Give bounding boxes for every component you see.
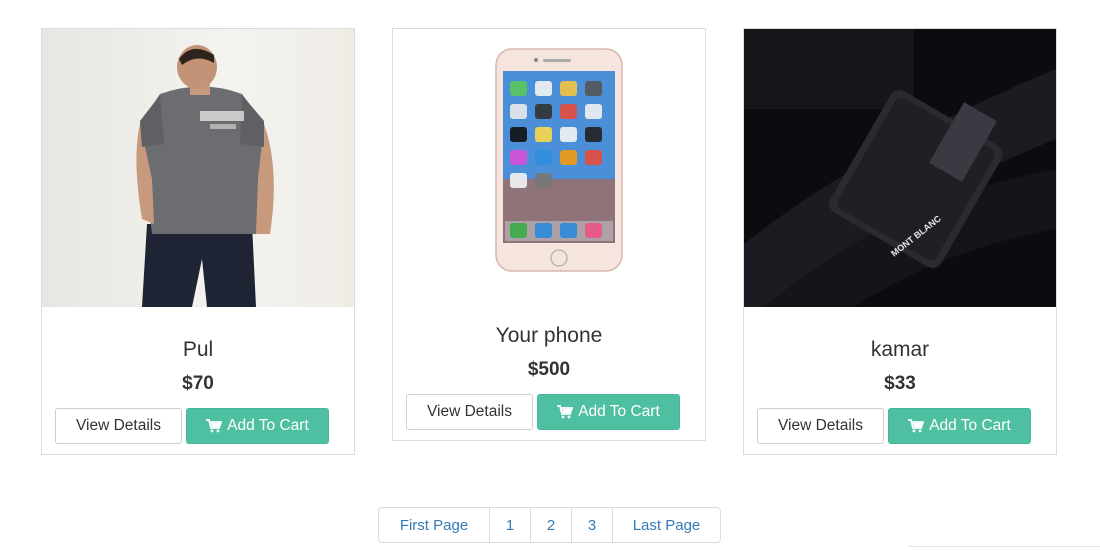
- last-page-link[interactable]: Last Page: [612, 508, 720, 542]
- shopping-cart-icon: [908, 419, 925, 433]
- add-to-cart-label: Add To Cart: [929, 417, 1011, 434]
- product-name: Pul: [182, 338, 214, 361]
- add-to-cart-button[interactable]: Add To Cart: [537, 394, 680, 430]
- product-price: $70: [182, 373, 214, 394]
- view-details-button[interactable]: View Details: [757, 408, 884, 444]
- product-image-belt[interactable]: MONT BLANC: [744, 29, 1056, 307]
- product-image-tshirt[interactable]: [42, 29, 354, 307]
- product-card-phone: Your phone $500 View Details Add To Cart: [392, 28, 706, 441]
- divider: [908, 546, 1100, 547]
- belt-illustration: MONT BLANC: [744, 29, 1056, 307]
- man-in-tshirt-illustration: [136, 45, 274, 307]
- add-to-cart-label: Add To Cart: [227, 417, 309, 434]
- page-link-2[interactable]: 2: [530, 508, 571, 542]
- page-link-1[interactable]: 1: [489, 508, 530, 542]
- product-price: $33: [884, 373, 916, 394]
- pagination: First Page 1 2 3 Last Page: [378, 507, 721, 543]
- product-card-pul: Pul $70 View Details Add To Cart: [41, 28, 355, 455]
- product-name: Your phone: [495, 324, 603, 347]
- first-page-link[interactable]: First Page: [379, 508, 489, 542]
- product-name: kamar: [870, 338, 930, 361]
- add-to-cart-button[interactable]: Add To Cart: [186, 408, 329, 444]
- page-link-3[interactable]: 3: [571, 508, 612, 542]
- view-details-label: View Details: [75, 417, 161, 434]
- shopping-cart-icon: [206, 419, 223, 433]
- add-to-cart-label: Add To Cart: [578, 403, 660, 420]
- shopping-cart-icon: [557, 405, 574, 419]
- view-details-button[interactable]: View Details: [406, 394, 533, 430]
- view-details-label: View Details: [777, 417, 863, 434]
- view-details-button[interactable]: View Details: [55, 408, 182, 444]
- view-details-label: View Details: [426, 403, 512, 420]
- product-image-phone[interactable]: [393, 29, 705, 289]
- product-price: $500: [527, 359, 571, 380]
- product-card-kamar: MONT BLANC kamar $33 View Details Add To…: [743, 28, 1057, 455]
- smartphone-illustration: [495, 48, 623, 272]
- add-to-cart-button[interactable]: Add To Cart: [888, 408, 1031, 444]
